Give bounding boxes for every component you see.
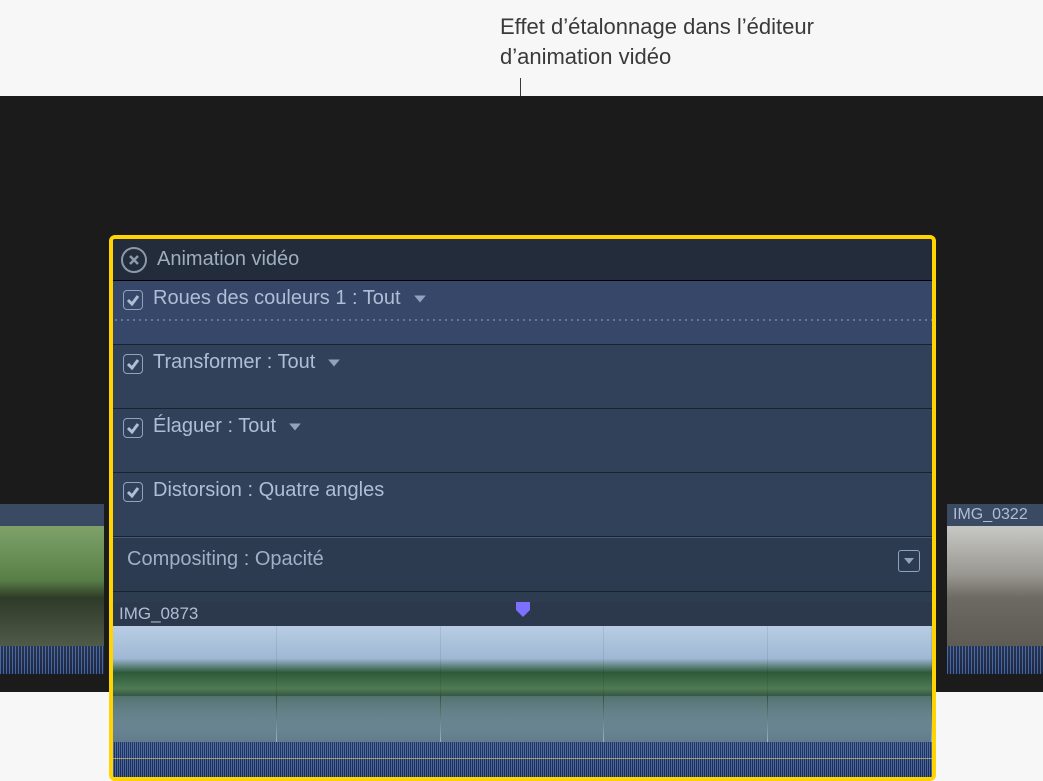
adjacent-clip-left[interactable] [0,504,104,674]
effect-label: Distorsion : Quatre angles [153,479,384,502]
filmstrip-frame [768,626,932,742]
effect-row-transform[interactable]: Transformer : Tout [113,345,932,409]
effect-parameter-dropdown[interactable] [411,290,429,308]
effect-label: Transformer : Tout [153,351,315,374]
filmstrip-frame [277,626,441,742]
chevron-down-icon [288,420,302,434]
clip-audio-waveform[interactable] [113,742,932,777]
adjacent-clip-right[interactable]: IMG_0322 [947,504,1043,674]
playhead-marker-icon[interactable] [514,600,532,618]
effect-row-compositing[interactable]: Compositing : Opacité [113,537,932,592]
check-icon [126,421,140,435]
clip-thumbnail [947,526,1043,646]
editor-header: Animation vidéo [113,239,932,281]
close-editor-button[interactable] [121,247,147,273]
selected-clip[interactable]: IMG_0873 [113,602,932,777]
keyframe-track[interactable] [113,319,932,321]
check-icon [126,293,140,307]
effect-checkbox[interactable] [123,418,143,438]
callout-line-2: d’animation vidéo [500,42,920,72]
clip-audio-waveform [947,646,1043,674]
effect-checkbox[interactable] [123,290,143,310]
close-icon [128,254,140,266]
effect-parameter-dropdown[interactable] [325,354,343,372]
editor-title: Animation vidéo [157,248,299,271]
effect-row-crop[interactable]: Élaguer : Tout [113,409,932,473]
clip-label-bar [0,504,104,526]
chevron-down-icon [413,292,427,306]
clip-label-bar: IMG_0322 [947,504,1043,526]
effect-label: Roues des couleurs 1 : Tout [153,287,401,310]
effect-label: Élaguer : Tout [153,415,276,438]
effect-row-distort[interactable]: Distorsion : Quatre angles [113,473,932,537]
effect-checkbox[interactable] [123,482,143,502]
clip-thumbnail [0,526,104,646]
effect-row-color-wheels[interactable]: Roues des couleurs 1 : Tout [113,281,932,345]
effect-parameter-dropdown[interactable] [286,418,304,436]
effect-checkbox[interactable] [123,354,143,374]
chevron-down-icon [327,356,341,370]
filmstrip-frame [604,626,768,742]
clip-filmstrip [113,626,932,742]
timeline-background: IMG_0322 Animation vidéo Roues des coule… [0,96,1043,692]
callout-line-1: Effet d’étalonnage dans l’éditeur [500,12,920,42]
filmstrip-frame [113,626,277,742]
clip-label: IMG_0322 [947,504,1043,524]
compositing-label: Compositing : Opacité [123,548,324,571]
chevron-down-icon [903,555,915,567]
expand-compositing-button[interactable] [898,550,920,572]
check-icon [126,357,140,371]
callout-text: Effet d’étalonnage dans l’éditeur d’anim… [500,12,920,72]
video-animation-editor: Animation vidéo Roues des couleurs 1 : T… [109,235,936,781]
filmstrip-frame [441,626,605,742]
check-icon [126,485,140,499]
clip-audio-waveform [0,646,104,674]
